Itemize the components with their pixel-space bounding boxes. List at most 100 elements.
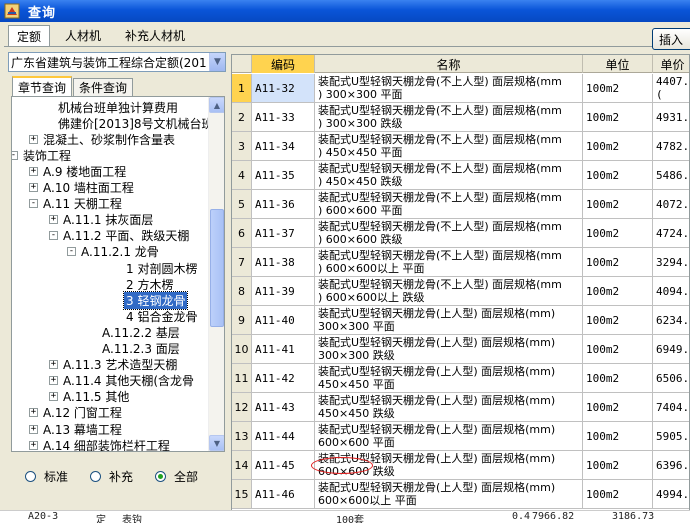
cell-code[interactable]: A11-40 (252, 306, 315, 334)
collapse-icon[interactable]: - (49, 231, 58, 241)
row-index[interactable]: 5 (232, 190, 252, 218)
header-unit[interactable]: 单位 (583, 55, 653, 73)
tree-node[interactable]: 机械台班单独计算费用 (56, 99, 180, 115)
scrollbar-thumb[interactable] (210, 209, 224, 327)
table-row[interactable]: 9 A11-40 装配式U型轻钢天棚龙骨(上人型) 面层规格(mm) 300×300 … (232, 306, 689, 335)
cell-code[interactable]: A11-43 (252, 393, 315, 421)
quota-library-select[interactable]: 广东省建筑与装饰工程综合定额(201 ▼ (8, 52, 226, 72)
tree-node[interactable]: + A.11.5 其他 (49, 389, 131, 405)
cell-name[interactable]: 装配式U型轻钢天棚龙骨(上人型) 面层规格(mm) 600×600 平面 (315, 422, 583, 450)
radio-standard[interactable]: 标准 (25, 468, 68, 485)
cell-code[interactable]: A11-32 (252, 74, 315, 102)
table-row[interactable]: 8 A11-39 装配式U型轻钢天棚龙骨(不上人型) 面层规格(mm) 600×60… (232, 277, 689, 306)
row-index[interactable]: 1 (232, 74, 252, 102)
cell-name[interactable]: 装配式U型轻钢天棚龙骨(上人型) 面层规格(mm) 300×300 平面 (315, 306, 583, 334)
tree-node[interactable]: - A.11 天棚工程 (29, 196, 124, 212)
table-row[interactable]: 5 A11-36 装配式U型轻钢天棚龙骨(不上人型) 面层规格(mm) 600×60… (232, 190, 689, 219)
cell-name[interactable]: 装配式U型轻钢天棚龙骨(不上人型) 面层规格(mm) 600×600 跌级 (315, 219, 583, 247)
expand-icon[interactable]: + (49, 360, 58, 370)
row-index[interactable]: 2 (232, 103, 252, 131)
cell-unit[interactable]: 100m2 (583, 161, 653, 189)
table-row[interactable]: 13 A11-44 装配式U型轻钢天棚龙骨(上人型) 面层规格(mm) 600×600… (232, 422, 689, 451)
scroll-down-icon[interactable]: ▼ (209, 435, 224, 451)
expand-icon[interactable]: + (49, 215, 58, 225)
header-price[interactable]: 单价 (653, 55, 689, 73)
expand-icon[interactable]: + (29, 183, 38, 192)
cell-unit[interactable]: 100m2 (583, 248, 653, 276)
tree-node[interactable]: + A.10 墙柱面工程 (29, 180, 136, 196)
expand-icon[interactable]: + (29, 408, 38, 418)
cell-unit[interactable]: 100m2 (583, 277, 653, 305)
collapse-icon[interactable]: - (12, 150, 18, 160)
row-index[interactable]: 14 (232, 451, 252, 479)
table-row[interactable]: 15 A11-46 装配式U型轻钢天棚龙骨(上人型) 面层规格(mm) 600×600… (232, 480, 689, 509)
cell-code[interactable]: A11-41 (252, 335, 315, 363)
header-name[interactable]: 名称 (315, 55, 583, 73)
cell-price[interactable]: 6506.4 (653, 364, 689, 392)
cell-unit[interactable]: 100m2 (583, 480, 653, 508)
collapse-icon[interactable]: - (29, 199, 38, 209)
cell-name[interactable]: 装配式U型轻钢天棚龙骨(上人型) 面层规格(mm) 450×450 平面 (315, 364, 583, 392)
cell-price[interactable]: 5905.7 (653, 422, 689, 450)
table-row[interactable]: 1 A11-32 装配式U型轻钢天棚龙骨(不上人型) 面层规格(mm) 300×30… (232, 74, 689, 103)
tree-node[interactable]: A.11.2.2 基层 (100, 324, 182, 340)
radio-icon[interactable] (155, 470, 167, 482)
tree-node[interactable]: - A.11.2 平面、跌级天棚 (49, 228, 191, 244)
tree-node[interactable]: + 混凝土、砂浆制作含量表 (29, 131, 177, 147)
cell-unit[interactable]: 100m2 (583, 306, 653, 334)
cell-price[interactable]: 4072.1 (653, 190, 689, 218)
table-row[interactable]: 10 A11-41 装配式U型轻钢天棚龙骨(上人型) 面层规格(mm) 300×300… (232, 335, 689, 364)
table-row[interactable]: 6 A11-37 装配式U型轻钢天棚龙骨(不上人型) 面层规格(mm) 600×60… (232, 219, 689, 248)
tab-quota[interactable]: 定额 (8, 25, 51, 47)
row-index[interactable]: 13 (232, 422, 252, 450)
cell-price[interactable]: 4094.8 (653, 277, 689, 305)
tab-chapter-search[interactable]: 章节查询 (12, 76, 73, 96)
cell-price[interactable]: 6234.4 (653, 306, 689, 334)
cell-code[interactable]: A11-46 (252, 480, 315, 508)
cell-name[interactable]: 装配式U型轻钢天棚龙骨(不上人型) 面层规格(mm) 300×300 跌级 (315, 103, 583, 131)
table-row[interactable]: 7 A11-38 装配式U型轻钢天棚龙骨(不上人型) 面层规格(mm) 600×60… (232, 248, 689, 277)
cell-code[interactable]: A11-39 (252, 277, 315, 305)
row-index[interactable]: 8 (232, 277, 252, 305)
cell-unit[interactable]: 100m2 (583, 364, 653, 392)
tree-node[interactable]: + A.9 楼地面工程 (29, 163, 128, 179)
header-code[interactable]: 编码 (252, 55, 315, 73)
cell-price[interactable]: 6396.7 (653, 451, 689, 479)
cell-code[interactable]: A11-37 (252, 219, 315, 247)
tree-node[interactable]: 佛建价[2013]8号文机械台班 (56, 115, 216, 131)
tab-condition-search[interactable]: 条件查询 (73, 78, 134, 96)
expand-icon[interactable]: + (29, 440, 38, 450)
cell-name[interactable]: 装配式U型轻钢天棚龙骨(不上人型) 面层规格(mm) 450×450 平面 (315, 132, 583, 160)
table-row[interactable]: 4 A11-35 装配式U型轻钢天棚龙骨(不上人型) 面层规格(mm) 450×45… (232, 161, 689, 190)
tree-node[interactable]: - 装饰工程 (12, 147, 73, 163)
radio-all[interactable]: 全部 (155, 468, 198, 485)
tree-node[interactable]: + A.12 门窗工程 (29, 405, 124, 421)
cell-name[interactable]: 装配式U型轻钢天棚龙骨(上人型) 面层规格(mm) 600×600以上 平面 (315, 480, 583, 508)
cell-unit[interactable]: 100m2 (583, 422, 653, 450)
expand-icon[interactable]: + (49, 376, 58, 386)
tree-node[interactable]: + A.14 细部装饰栏杆工程 (29, 437, 172, 451)
cell-price[interactable]: 4931.3 (653, 103, 689, 131)
cell-price[interactable]: 4724.3 (653, 219, 689, 247)
table-row[interactable]: 2 A11-33 装配式U型轻钢天棚龙骨(不上人型) 面层规格(mm) 300×30… (232, 103, 689, 132)
expand-icon[interactable]: + (29, 424, 38, 434)
cell-code[interactable]: A11-42 (252, 364, 315, 392)
tab-supplement-lmm[interactable]: 补充人材机 (116, 25, 194, 45)
tree-node[interactable]: A.11.2.3 面层 (100, 341, 182, 357)
cell-price[interactable]: 4782.1 (653, 132, 689, 160)
tree-node[interactable]: 4 铝合金龙骨 (124, 308, 199, 324)
cell-unit[interactable]: 100m2 (583, 219, 653, 247)
table-row[interactable]: 11 A11-42 装配式U型轻钢天棚龙骨(上人型) 面层规格(mm) 450×450… (232, 364, 689, 393)
tree-node[interactable]: + A.11.3 艺术造型天棚 (49, 357, 179, 373)
expand-icon[interactable]: + (29, 134, 38, 144)
expand-icon[interactable]: + (49, 392, 58, 402)
table-row[interactable]: 14 A11-45 装配式U型轻钢天棚龙骨(上人型) 面层规格(mm) 600×600… (232, 451, 689, 480)
cell-price[interactable]: 4407.( (653, 74, 689, 102)
cell-code[interactable]: A11-38 (252, 248, 315, 276)
cell-name[interactable]: 装配式U型轻钢天棚龙骨(上人型) 面层规格(mm) 450×450 跌级 (315, 393, 583, 421)
row-index[interactable]: 6 (232, 219, 252, 247)
cell-price[interactable]: 4994.9 (653, 480, 689, 508)
row-index[interactable]: 10 (232, 335, 252, 363)
cell-code[interactable]: A11-36 (252, 190, 315, 218)
cell-code[interactable]: A11-33 (252, 103, 315, 131)
